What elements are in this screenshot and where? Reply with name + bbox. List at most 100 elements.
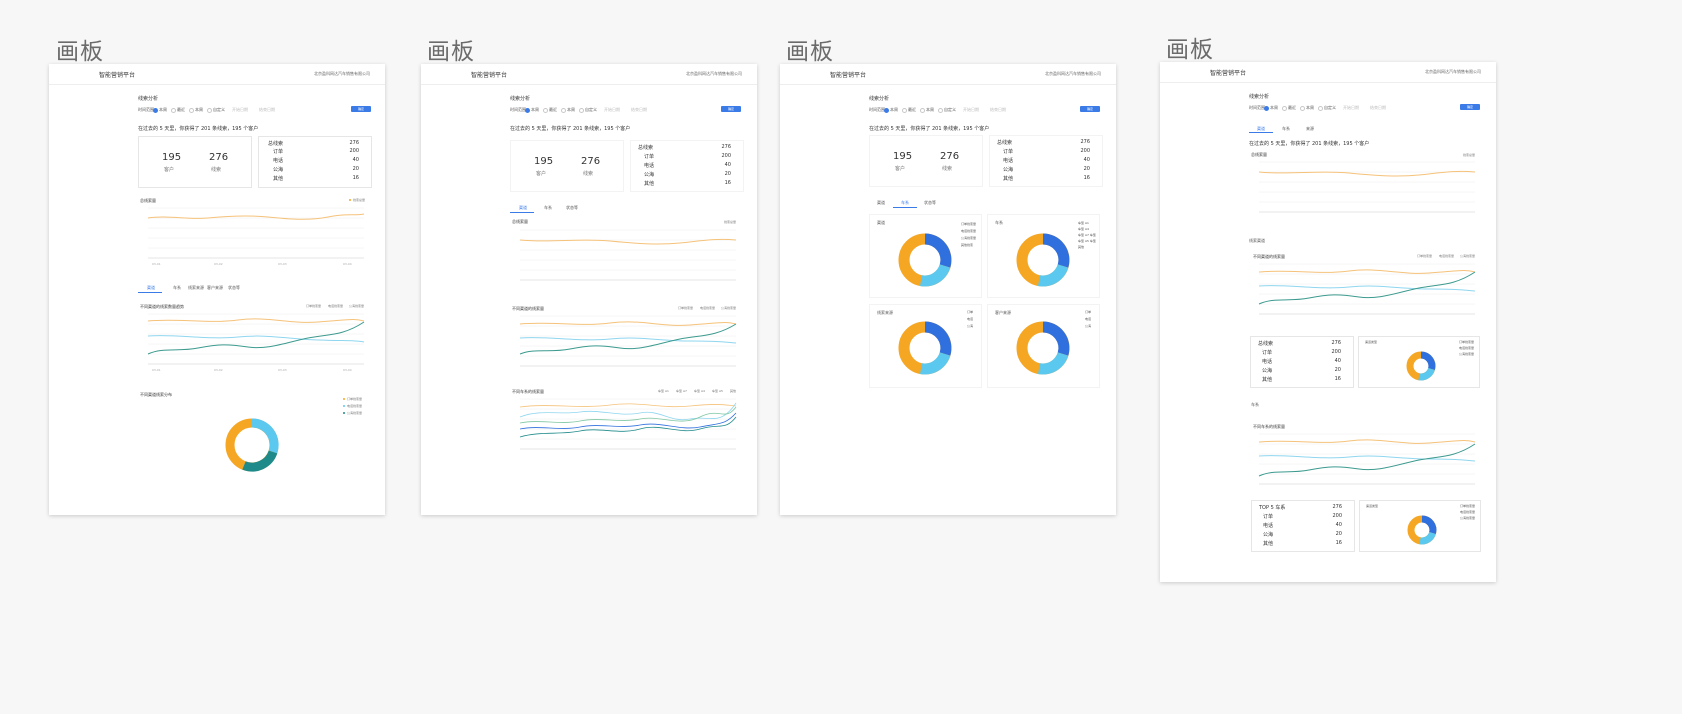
tab-status[interactable]: 状态等	[228, 285, 240, 291]
end-date-3[interactable]: 结束日期	[990, 107, 1006, 113]
start-date[interactable]: 开始日期	[232, 107, 248, 113]
tab-channel[interactable]: 渠道	[147, 285, 155, 291]
legend2-channel-2: 公海线索量	[721, 305, 736, 310]
series2-phone-line	[519, 337, 737, 344]
start-date-2[interactable]: 开始日期	[604, 107, 620, 113]
x-tick-3: 03-04	[343, 262, 352, 266]
end-date-2[interactable]: 结束日期	[631, 107, 647, 113]
radio-2-2[interactable]	[543, 108, 548, 113]
radio-4-1[interactable]	[1264, 106, 1269, 111]
tab3-car[interactable]: 车系	[901, 200, 909, 206]
end-date[interactable]: 结束日期	[259, 107, 275, 113]
filter-opt-4-2[interactable]: 最近	[1288, 105, 1296, 111]
filter-opt-2[interactable]: 最近	[177, 107, 185, 113]
radio-4-2[interactable]	[1282, 106, 1287, 111]
radio-1[interactable]	[153, 108, 158, 113]
tab-customer-source[interactable]: 客户来源	[207, 285, 223, 291]
filter-opt-1[interactable]: 本周	[159, 107, 167, 113]
bd-label-3: 公海	[273, 167, 284, 173]
filter-opt-2-4[interactable]: 自定义	[585, 107, 597, 113]
filter-opt-4[interactable]: 自定义	[213, 107, 225, 113]
top5-value-4: 16	[1335, 540, 1342, 546]
brand-title-4: 智能营销平台	[1210, 70, 1247, 77]
confirm-button-2[interactable]: 确定	[721, 106, 741, 112]
confirm-button-3[interactable]: 确定	[1080, 106, 1100, 112]
bd2-label-3: 公海	[644, 172, 655, 178]
pie2-blue	[1042, 233, 1070, 268]
radio-2-4[interactable]	[579, 108, 584, 113]
radio-4-4[interactable]	[1318, 106, 1323, 111]
tab2-car[interactable]: 车系	[544, 205, 552, 211]
summary-text: 在过去的 5 天里，你获得了 201 条线索，195 个客户	[138, 126, 259, 132]
end-date-4[interactable]: 结束日期	[1370, 105, 1386, 111]
bd4-label-0: 总线索	[1258, 341, 1274, 347]
legend4-channel-0: 订单线索量	[1417, 253, 1432, 258]
radio-4[interactable]	[207, 108, 212, 113]
car-type-card-4: 渠道类型 订单线索量 电话线索量 公海线索量	[1359, 500, 1481, 552]
app-header-2: 智能营销平台 北京盈科网达汽车销售有限公司	[421, 64, 757, 85]
tab2-status[interactable]: 状态等	[566, 205, 578, 211]
bd4-value-0: 276	[1331, 340, 1341, 346]
top5-value-2: 40	[1335, 522, 1342, 528]
filter-opt-3-4[interactable]: 自定义	[944, 107, 956, 113]
top5-value-3: 20	[1335, 531, 1342, 537]
company-name-3[interactable]: 北京盈科网达汽车销售有限公司	[1045, 71, 1101, 77]
bd-label-1: 订单	[273, 149, 284, 155]
x-tick-2: 03-03	[278, 262, 287, 266]
start-date-3[interactable]: 开始日期	[963, 107, 979, 113]
leads-label: 线索	[211, 167, 222, 173]
radio-3-2[interactable]	[902, 108, 907, 113]
filter-opt-2-1[interactable]: 本周	[531, 107, 539, 113]
tab-car[interactable]: 车系	[173, 285, 181, 291]
tab4-car[interactable]: 车系	[1282, 126, 1290, 132]
filter-opt-3-1[interactable]: 本周	[890, 107, 898, 113]
filter-opt-4-1[interactable]: 本周	[1270, 105, 1278, 111]
filter-opt-3-3[interactable]: 本周	[926, 107, 934, 113]
pie3-donut	[898, 321, 952, 375]
x-tick-1: 03-02	[214, 262, 223, 266]
tab4-source[interactable]: 来源	[1306, 126, 1314, 132]
bd3-value-3: 20	[1083, 166, 1090, 172]
company-name[interactable]: 北京盈科网达汽车销售有限公司	[314, 71, 370, 77]
confirm-button-4[interactable]: 确定	[1460, 104, 1480, 110]
pie4-blue	[1042, 321, 1070, 356]
radio-2[interactable]	[171, 108, 176, 113]
chart2-title-total: 总线索量	[512, 218, 528, 224]
series4-car-c	[1258, 443, 1476, 477]
filter-opt-2-2[interactable]: 最近	[549, 107, 557, 113]
series4-phone-line	[1258, 285, 1476, 292]
radio-2-1[interactable]	[525, 108, 530, 113]
company-name-4[interactable]: 北京盈科网达汽车销售有限公司	[1425, 69, 1481, 75]
ct-sky	[1418, 367, 1435, 381]
legend2-car-3: 车型 A5	[712, 388, 723, 393]
bd4-value-4: 16	[1334, 376, 1341, 382]
radio-3[interactable]	[189, 108, 194, 113]
filter-opt-3-2[interactable]: 最近	[908, 107, 916, 113]
bd2-value-0: 276	[721, 144, 731, 150]
radio-3-4[interactable]	[938, 108, 943, 113]
confirm-button[interactable]: 确定	[351, 106, 371, 112]
channel-trend-chart-4: 不同渠道的线索量 订单线索量 电话线索量 公海线索量	[1253, 253, 1476, 315]
filter-opt-4-3[interactable]: 本周	[1306, 105, 1314, 111]
section-car-4: 车系	[1251, 402, 1259, 407]
x-tick-2b: 03-03	[278, 368, 287, 372]
tab3-status[interactable]: 状态等	[924, 200, 936, 206]
radio-2-3[interactable]	[561, 108, 566, 113]
radio-4-3[interactable]	[1300, 106, 1305, 111]
tab3-channel[interactable]: 渠道	[877, 200, 885, 206]
filter-opt-3[interactable]: 本周	[195, 107, 203, 113]
bd-value-1: 200	[349, 148, 359, 154]
bd2-value-3: 20	[724, 171, 731, 177]
filter-opt-2-3[interactable]: 本周	[567, 107, 575, 113]
start-date-4[interactable]: 开始日期	[1343, 105, 1359, 111]
grid2-car	[520, 398, 736, 450]
tab2-channel[interactable]: 渠道	[519, 205, 527, 211]
radio-3-3[interactable]	[920, 108, 925, 113]
total-leads-chart-4: 总线索量 线索总量	[1251, 151, 1476, 213]
series2-sea-line	[519, 323, 737, 355]
ct-blue	[1420, 351, 1436, 370]
tab-lead-source[interactable]: 线索来源	[188, 285, 204, 291]
radio-3-1[interactable]	[884, 108, 889, 113]
filter-opt-4-4[interactable]: 自定义	[1324, 105, 1336, 111]
company-name-2[interactable]: 北京盈科网达汽车销售有限公司	[686, 71, 742, 77]
